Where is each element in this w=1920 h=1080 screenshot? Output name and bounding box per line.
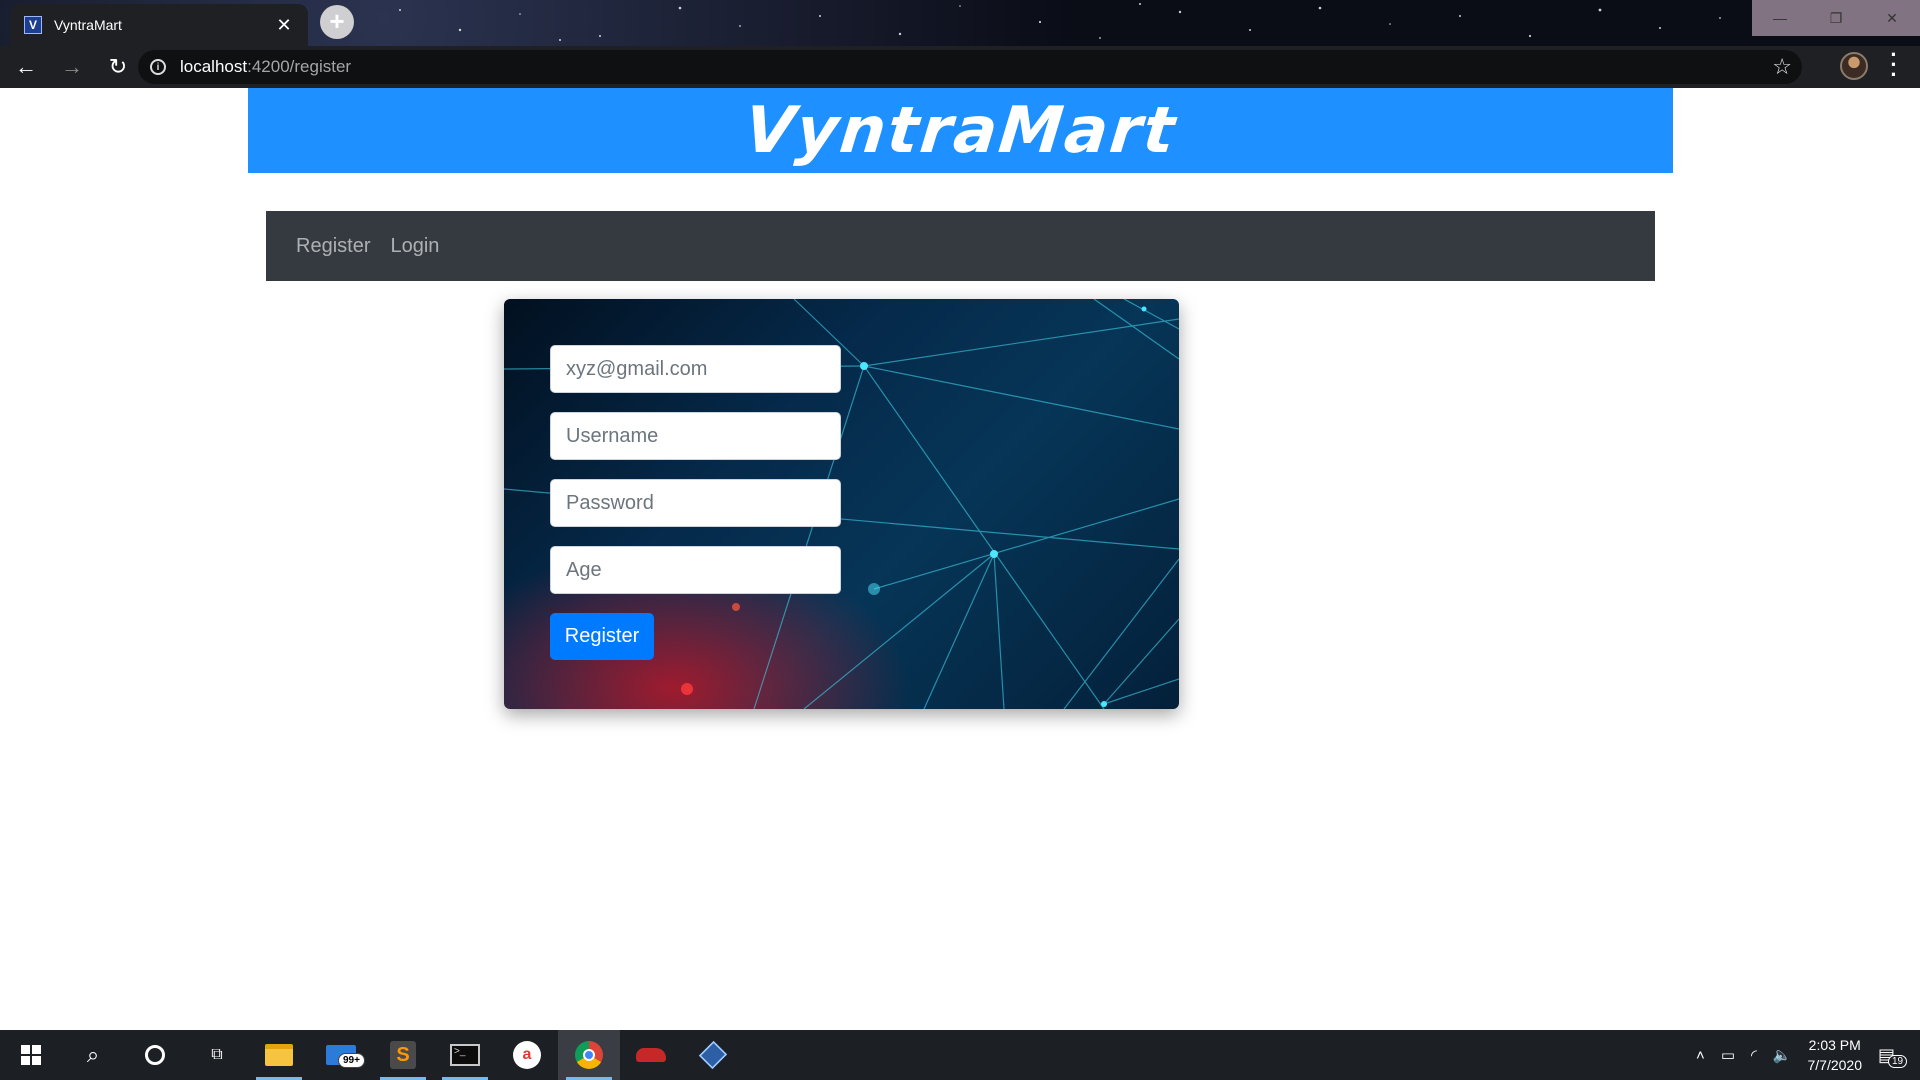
notification-center-icon[interactable]: ▤ 19	[1878, 1045, 1908, 1068]
reload-icon[interactable]: ↻	[98, 47, 138, 87]
brand-title: VyntraMart	[741, 93, 1180, 168]
close-tab-icon[interactable]: ✕	[274, 15, 294, 36]
bookmark-star-icon[interactable]: ☆	[1772, 54, 1792, 80]
username-field[interactable]	[550, 412, 841, 460]
register-button[interactable]: Register	[550, 613, 654, 660]
system-tray: ˄ ▭ ◜ 🔈 2:03 PM 7/7/2020 ▤ 19	[1688, 1030, 1920, 1080]
red-circle-app-icon: a	[513, 1041, 541, 1069]
browser-title-bar: V VyntraMart ✕ + — ❐ ✕	[0, 0, 1920, 46]
email-field[interactable]	[550, 345, 841, 393]
register-card: Register	[504, 299, 1179, 709]
page-content: VyntraMart Register Login xyz@gmail.com …	[0, 88, 1920, 1030]
browser-tab[interactable]: V VyntraMart ✕	[10, 4, 308, 46]
brand-banner: VyntraMart	[248, 88, 1673, 173]
car-icon	[636, 1048, 666, 1062]
chrome-button[interactable]	[558, 1030, 620, 1080]
register-form: Register	[550, 345, 841, 660]
sublime-text-button[interactable]: S	[372, 1030, 434, 1080]
windows-logo-icon	[21, 1045, 41, 1065]
start-button[interactable]	[0, 1030, 62, 1080]
clock-time: 2:03 PM	[1808, 1037, 1861, 1053]
url-host: localhost	[180, 57, 248, 76]
terminal-button[interactable]: >_	[434, 1030, 496, 1080]
clock[interactable]: 2:03 PM 7/7/2020	[1808, 1035, 1863, 1075]
battery-icon[interactable]: ▭	[1721, 1046, 1735, 1064]
minimize-icon[interactable]: —	[1752, 0, 1808, 36]
chevron-up-icon[interactable]: ˄	[1696, 1047, 1705, 1064]
virtualbox-button[interactable]	[682, 1030, 744, 1080]
sublime-text-icon: S	[390, 1041, 416, 1069]
favicon-icon: V	[24, 16, 42, 34]
folder-icon	[265, 1044, 293, 1066]
mail-badge: 99+	[338, 1053, 365, 1068]
restore-icon[interactable]: ❐	[1808, 0, 1864, 36]
cube-icon	[698, 1040, 728, 1070]
cortana-button[interactable]	[124, 1030, 186, 1080]
notification-count: 19	[1888, 1054, 1908, 1068]
password-field[interactable]	[550, 479, 841, 527]
age-field[interactable]	[550, 546, 841, 594]
address-bar[interactable]: i localhost :4200/register ☆	[138, 50, 1802, 84]
close-window-icon[interactable]: ✕	[1864, 0, 1920, 36]
cortana-icon	[145, 1045, 165, 1065]
file-explorer-button[interactable]	[248, 1030, 310, 1080]
mail-button[interactable]: 99+	[310, 1030, 372, 1080]
chrome-icon	[575, 1041, 603, 1069]
browser-menu-icon[interactable]: · · ·	[1884, 44, 1904, 86]
nav-link-register[interactable]: Register	[296, 235, 370, 258]
windows-taskbar: ⌕ ⧉ 99+ S >_ a ˄ ▭ ◜ 🔈 2:03 PM 7/7/2020 …	[0, 1030, 1920, 1080]
window-controls: — ❐ ✕	[1752, 0, 1920, 36]
wifi-icon[interactable]: ◜	[1751, 1046, 1757, 1064]
volume-icon[interactable]: 🔈	[1773, 1046, 1792, 1064]
navbar: Register Login	[266, 211, 1655, 281]
site-info-icon[interactable]: i	[150, 59, 166, 75]
url-path: :4200/register	[247, 57, 352, 76]
terminal-icon: >_	[450, 1044, 480, 1066]
forward-arrow-icon[interactable]: →	[52, 47, 92, 87]
mail-icon: 99+	[326, 1045, 365, 1068]
profile-avatar[interactable]	[1840, 52, 1868, 80]
nav-link-login[interactable]: Login	[390, 235, 439, 258]
back-arrow-icon[interactable]: ←	[6, 47, 46, 87]
tab-title: VyntraMart	[54, 17, 122, 33]
browser-toolbar: ← → ↻ i localhost :4200/register ☆ · · ·	[0, 44, 1920, 88]
task-view-icon[interactable]: ⧉	[186, 1030, 248, 1080]
racing-app-button[interactable]	[620, 1030, 682, 1080]
search-icon[interactable]: ⌕	[62, 1030, 124, 1080]
clock-date: 7/7/2020	[1807, 1057, 1863, 1073]
new-tab-button[interactable]: +	[320, 5, 354, 39]
app-a-button[interactable]: a	[496, 1030, 558, 1080]
